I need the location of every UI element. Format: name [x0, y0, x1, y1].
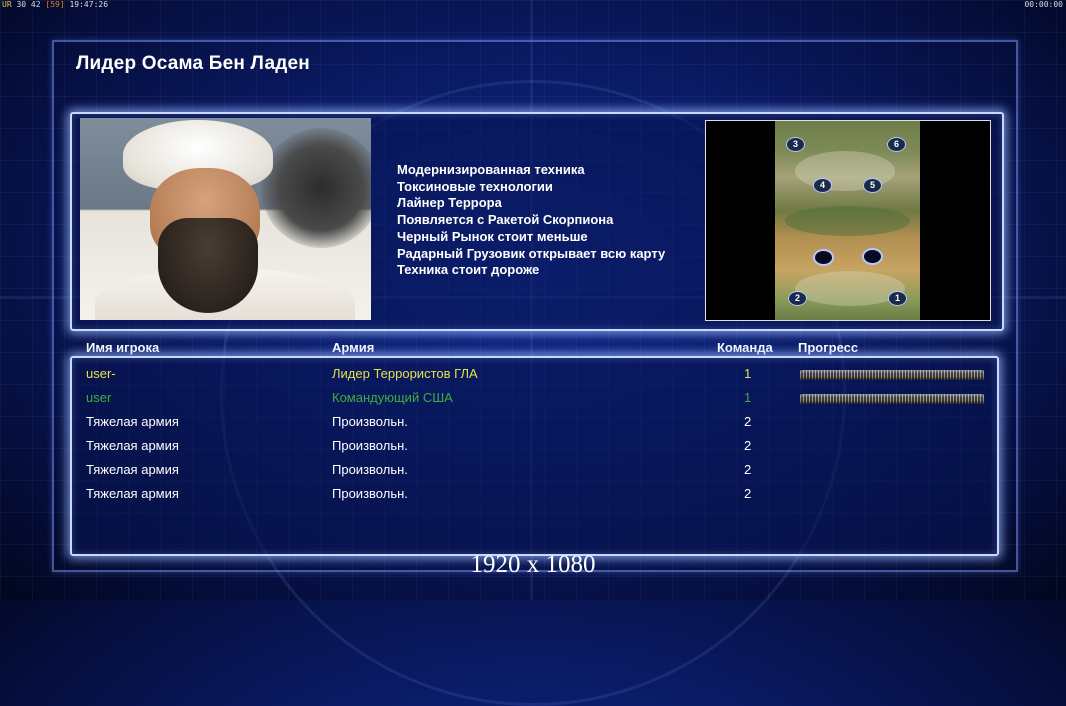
map-start-slot-occupied[interactable] — [813, 249, 834, 266]
feature-item: Модернизированная техника — [397, 162, 585, 177]
player-progress-bar — [800, 370, 984, 380]
debug-status-left: UR 30 42 [59] 19:47:26 — [2, 0, 108, 9]
player-team-select[interactable]: 2 — [744, 462, 751, 477]
column-header-player: Имя игрока — [86, 340, 160, 355]
player-name: Тяжелая армия — [86, 438, 179, 453]
map-start-slot-5[interactable]: 5 — [863, 178, 882, 193]
general-portrait — [80, 118, 371, 320]
portrait-beard — [158, 218, 258, 313]
debug-status-bar: UR 30 42 [59] 19:47:26 00:00:00 — [0, 0, 1066, 10]
feature-item: Лайнер Террора — [397, 195, 502, 211]
player-team-select[interactable]: 2 — [744, 414, 751, 429]
table-row[interactable]: Тяжелая армия Произвольн. 2 — [0, 462, 1066, 480]
player-army-select[interactable]: Произвольн. — [332, 414, 408, 429]
column-header-army: Армия — [332, 340, 375, 355]
map-start-slot-6[interactable]: 6 — [887, 137, 906, 152]
player-team-select[interactable]: 2 — [744, 438, 751, 453]
player-team-select[interactable]: 1 — [744, 366, 751, 381]
map-start-slot-4[interactable]: 4 — [813, 178, 832, 193]
resolution-watermark: 1920 x 1080 — [470, 551, 596, 578]
player-army-select[interactable]: Произвольн. — [332, 438, 408, 453]
map-start-slot-3[interactable]: 3 — [786, 137, 805, 152]
player-name: Тяжелая армия — [86, 414, 179, 429]
player-army-select[interactable]: Командующий США — [332, 390, 453, 405]
player-army-select[interactable]: Лидер Террористов ГЛА — [332, 366, 478, 381]
player-name: Тяжелая армия — [86, 462, 179, 477]
player-army-select[interactable]: Произвольн. — [332, 462, 408, 477]
players-table-panel — [70, 356, 999, 556]
debug-clock: 19:47:26 — [69, 0, 109, 9]
map-start-slot-occupied[interactable] — [862, 248, 883, 265]
general-features-list: Модернизированная техника Токсиновые тех… — [397, 162, 665, 279]
player-team-select[interactable]: 1 — [744, 390, 751, 405]
table-row[interactable]: user- Лидер Террористов ГЛА 1 — [0, 366, 1066, 384]
player-progress-bar — [800, 394, 984, 404]
column-header-team: Команда — [717, 340, 773, 355]
debug-fps: 30 42 — [16, 0, 41, 9]
feature-item: Токсиновые технологии — [397, 178, 553, 194]
debug-bracket-value: [59] — [45, 0, 65, 9]
table-row[interactable]: Тяжелая армия Произвольн. 2 — [0, 438, 1066, 456]
table-row[interactable]: Тяжелая армия Произвольн. 2 — [0, 414, 1066, 432]
player-name: user — [86, 390, 112, 405]
map-preview: 3 6 4 5 2 1 — [705, 120, 991, 321]
general-title: Лидер Осама Бен Ладен — [76, 53, 310, 74]
table-row[interactable]: user Командующий США 1 — [0, 390, 1066, 408]
table-row[interactable]: Тяжелая армия Произвольн. 2 — [0, 486, 1066, 504]
feature-item: Техника стоит дороже — [397, 262, 540, 278]
game-timer: 00:00:00 — [1024, 0, 1063, 9]
player-name: user- — [86, 366, 116, 381]
portrait-smoke — [261, 128, 371, 248]
player-team-select[interactable]: 2 — [744, 486, 751, 501]
map-terrain-patch — [785, 206, 910, 236]
feature-item: Радарный Грузовик открывает всю карту — [397, 245, 666, 261]
feature-item: Появляется с Ракетой Скорпиона — [397, 212, 614, 228]
debug-ur-label: UR — [2, 0, 12, 9]
map-start-slot-1[interactable]: 1 — [888, 291, 907, 306]
player-name: Тяжелая армия — [86, 486, 179, 501]
map-terrain: 3 6 4 5 2 1 — [775, 121, 920, 320]
player-army-select[interactable]: Произвольн. — [332, 486, 408, 501]
feature-item: Черный Рынок стоит меньше — [397, 228, 588, 244]
map-start-slot-2[interactable]: 2 — [788, 291, 807, 306]
column-header-progress: Прогресс — [798, 340, 859, 355]
